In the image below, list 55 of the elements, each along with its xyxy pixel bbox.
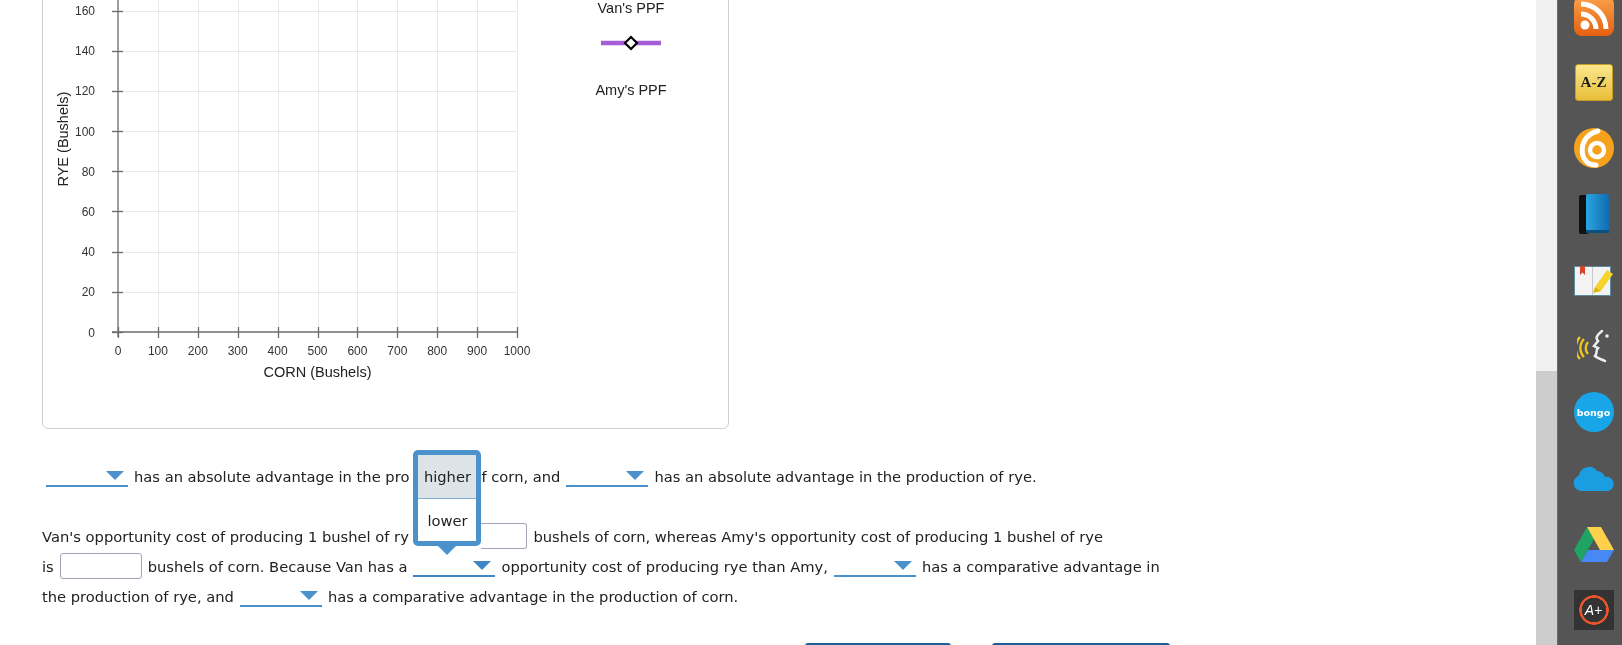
tick-label: 600 — [347, 344, 368, 358]
line-diamond-icon[interactable] — [601, 35, 661, 51]
axis-title: CORN (Bushels) — [263, 364, 372, 380]
question-text: has a comparative advantage in — [921, 557, 1160, 575]
triangle-icon[interactable] — [1573, 526, 1614, 562]
grade-button[interactable]: A+ — [1573, 590, 1614, 630]
question-text: bushels of corn, whereas Amy's opportunity cost of producing 1 bushel of rye — [533, 527, 1103, 545]
tick-label: 800 — [427, 344, 448, 358]
axis-title: RYE (Bushels) — [55, 91, 71, 187]
tick-label: 1000 — [503, 344, 531, 358]
tick-label: 100 — [74, 124, 95, 139]
question-text: bushels of corn. Because Van has a — [147, 557, 408, 575]
caret-icon — [893, 560, 912, 570]
tick-label: 700 — [387, 344, 408, 358]
tick-label: 20 — [81, 285, 95, 300]
a-z-button[interactable]: A-Z — [1574, 63, 1613, 101]
tick-label: 160 — [74, 4, 95, 18]
rss-icon[interactable] — [1573, 0, 1614, 36]
caret-icon — [473, 560, 492, 570]
question-text: Van's opportunity cost of producing 1 bushel of ry — [42, 527, 409, 545]
caret-icon — [626, 470, 645, 480]
tick-label: 100 — [147, 344, 168, 358]
notebook-highlighter-icon[interactable] — [1573, 263, 1614, 297]
answer-field[interactable] — [481, 523, 528, 549]
scrollbar-thumb[interactable] — [1536, 371, 1557, 645]
scrollbar-track[interactable] — [1536, 0, 1557, 645]
tick-label: 900 — [467, 344, 488, 358]
question-text: has an absolute advantage in the production of rye. — [654, 467, 1037, 485]
tick-label: 40 — [81, 245, 95, 260]
question-text: the production of rye, and — [42, 587, 234, 605]
tick-label: 500 — [307, 344, 328, 358]
question-text: is — [42, 557, 54, 575]
tick-label: 60 — [81, 204, 95, 219]
question-text: opportunity cost of producing rye than Amy, — [501, 557, 828, 575]
menu-option[interactable]: higher — [418, 455, 477, 498]
tool-label: Van's PPF — [597, 0, 665, 16]
tick-label: 120 — [74, 84, 95, 99]
tick-label: 0 — [114, 344, 122, 358]
cloud-icon[interactable] — [1572, 465, 1615, 491]
speaking-head-icon[interactable] — [1576, 329, 1611, 363]
question-text: f corn, and — [481, 467, 561, 485]
swirl-icon[interactable] — [1573, 128, 1614, 168]
tick-label: 200 — [187, 344, 208, 358]
tool-label: Amy's PPF — [595, 82, 667, 98]
tick-label: 0 — [88, 325, 95, 340]
book-icon[interactable] — [1578, 194, 1609, 234]
tick-label: 140 — [74, 44, 95, 59]
answer-field[interactable] — [59, 553, 142, 579]
question-text: has an absolute advantage in the pro — [134, 467, 410, 485]
tick-label: 400 — [267, 344, 288, 358]
caret-icon — [299, 590, 318, 600]
tick-label: 80 — [81, 164, 95, 179]
caret-icon — [106, 470, 124, 480]
tick-label: 300 — [227, 344, 248, 358]
question-text: has a comparative advantage in the production of corn. — [327, 587, 739, 605]
